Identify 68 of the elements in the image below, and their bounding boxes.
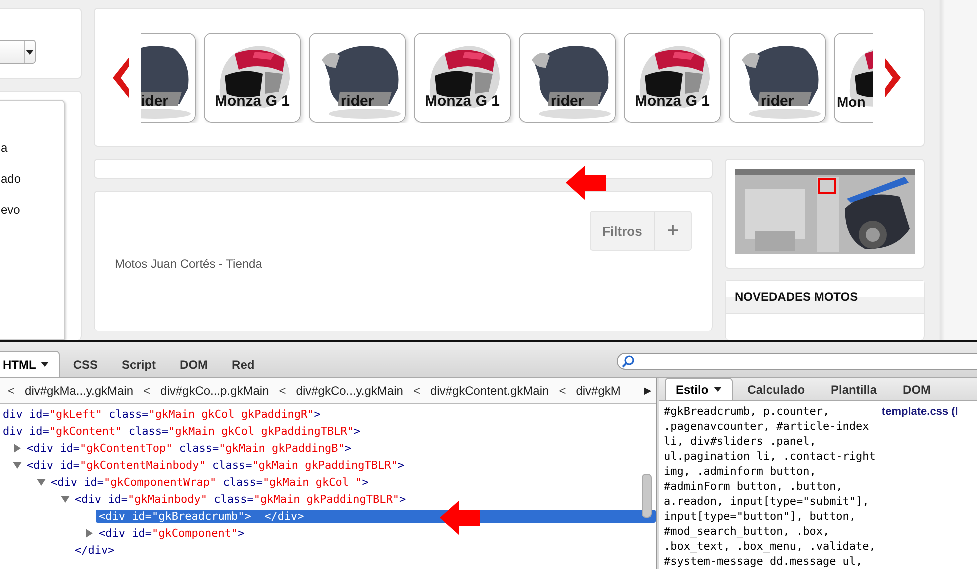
page-title: Motos Juan Cortés - Tienda <box>115 257 264 271</box>
html-node[interactable]: div id="gkLeft" class="gkMain gkCol gkPaddingR"> <box>0 408 325 421</box>
panel-tab[interactable]: Plantilla <box>820 378 888 400</box>
product-card[interactable]: Monza G 1 <box>204 32 301 122</box>
expanded-arrow-icon[interactable] <box>60 495 70 504</box>
next-arrow-icon[interactable] <box>883 58 903 98</box>
stylesheet-link[interactable]: template.css (l <box>882 406 958 569</box>
collapsed-arrow-icon[interactable] <box>12 444 22 453</box>
panel-tab[interactable]: DOM <box>892 378 942 400</box>
product-card[interactable]: rider <box>309 32 406 122</box>
module-title: NOVEDADES MOTOS <box>735 290 858 304</box>
caret-icon <box>26 50 34 54</box>
panel-tab[interactable]: Script <box>111 351 168 377</box>
search-icon <box>622 355 635 368</box>
breadcrumb-item[interactable]: div#gkCo...p.gkMain <box>160 384 270 398</box>
scrollbar-thumb[interactable] <box>642 474 652 518</box>
breadcrumb-separator: < <box>413 384 420 398</box>
product-label: ider <box>141 92 170 110</box>
html-node[interactable]: <div id="gkBreadcrumb"> </div> <box>96 510 656 523</box>
previous-arrow-icon[interactable] <box>111 58 131 98</box>
panel-tab[interactable]: HTML <box>0 351 60 377</box>
product-label: Monza G 1 <box>424 92 501 110</box>
css-selector: #gkBreadcrumb, p.counter, .pagenavcounter, #article-index li, div#sliders .panel, ul.pagination li, .contact-right img, .adminform button, #adminForm button, .button, a.readon, input[type="submit"], input[type="button"], button, #mod_search_button, .box, .box_text, .box_menu, .validate, #system-message dd.message ul, <box>664 404 876 569</box>
collapsed-arrow-icon[interactable] <box>84 529 94 538</box>
breadcrumb-item[interactable]: div#gkCo...y.gkMain <box>296 384 404 398</box>
left-arrow-icon <box>440 501 480 535</box>
panel-tab[interactable]: Calculado <box>736 378 816 400</box>
product-label: Monza G 1 <box>214 92 291 110</box>
product-card[interactable]: ider <box>141 32 196 122</box>
filters-button[interactable]: Filtros <box>590 212 654 250</box>
html-node[interactable]: <div id="gkComponent"> <box>96 527 249 540</box>
product-label: rider <box>760 92 796 110</box>
html-node[interactable]: <div id="gkMainbody" class="gkMain gkPaddingTBLR"> <box>72 493 410 506</box>
left-arrow-icon <box>566 166 606 200</box>
menu-item[interactable]: ado <box>1 172 64 188</box>
add-filter-button[interactable]: + <box>654 212 691 250</box>
product-card[interactable]: Monza G 1 <box>624 32 721 122</box>
product-label: rider <box>550 92 586 110</box>
product-label: Mon <box>837 94 867 110</box>
breadcrumb-separator: < <box>279 384 286 398</box>
product-card[interactable]: rider <box>519 32 616 122</box>
html-node[interactable]: div id="gkContent" class="gkMain gkCol gkPaddingTBLR"> <box>0 425 365 438</box>
menu-item[interactable]: evo <box>1 203 64 219</box>
breadcrumb-item[interactable]: div#gkM <box>576 384 621 398</box>
menu-item[interactable]: a <box>1 141 64 157</box>
product-label: Monza G 1 <box>634 92 711 110</box>
html-node[interactable]: <div id="gkComponentWrap" class="gkMain gkCol "> <box>48 476 373 489</box>
breadcrumb-item[interactable]: div#gkContent.gkMain <box>430 384 550 398</box>
html-closing-tag: </div> <box>75 544 115 557</box>
product-label: rider <box>340 92 376 110</box>
breadcrumb-item[interactable]: div#gkMa...y.gkMain <box>25 384 134 398</box>
expanded-arrow-icon[interactable] <box>12 461 22 470</box>
panel-tab[interactable]: Red <box>221 351 266 377</box>
scroll-right-button[interactable]: ▶ <box>644 384 656 396</box>
breadcrumb-separator: < <box>8 384 16 398</box>
breadcrumb-separator: < <box>144 384 151 398</box>
search-field[interactable] <box>617 353 977 370</box>
dropdown[interactable] <box>0 40 36 64</box>
html-node[interactable]: <div id="gkContentMainbody" class="gkMain gkPaddingTBLR"> <box>24 459 409 472</box>
product-card[interactable]: Monza G 1 <box>414 32 511 122</box>
product-card[interactable]: Mon <box>834 32 873 122</box>
panel-tab[interactable]: Estilo <box>665 378 733 400</box>
product-card[interactable]: rider <box>729 32 826 122</box>
breadcrumb-separator: < <box>559 384 566 398</box>
panel-tab[interactable]: DOM <box>169 351 220 377</box>
panel-tab[interactable]: CSS <box>62 351 110 377</box>
html-node[interactable]: <div id="gkContentTop" class="gkMain gkPaddingB"> <box>24 442 356 455</box>
expanded-arrow-icon[interactable] <box>36 478 46 487</box>
